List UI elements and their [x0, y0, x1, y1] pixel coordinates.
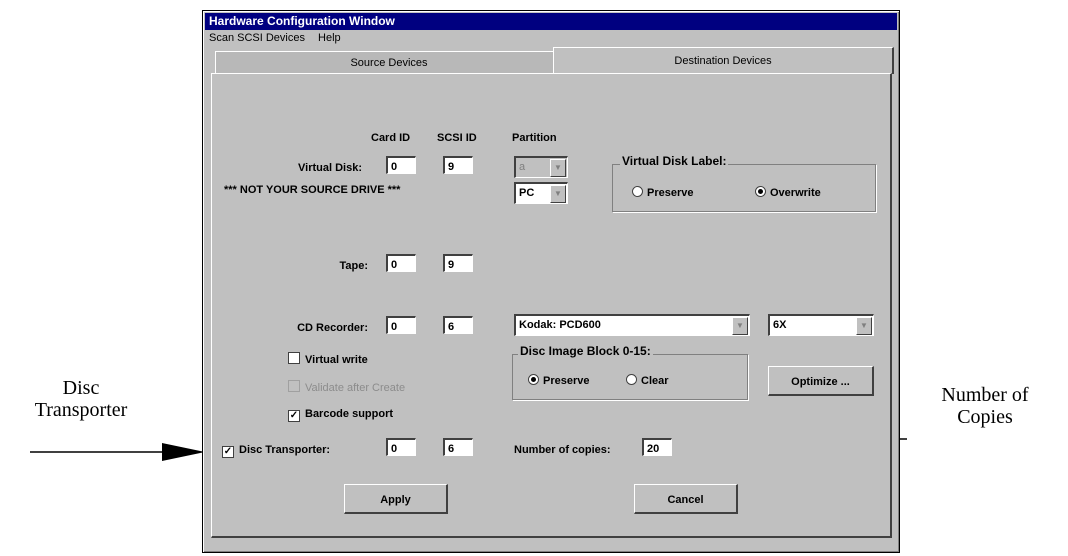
virtual-write-checkbox[interactable]: Virtual write	[288, 352, 368, 366]
annotation-number-of-copies: Number of Copies	[910, 384, 1060, 428]
vdl-preserve-label: Preserve	[647, 187, 694, 199]
window-title: Hardware Configuration Window	[205, 13, 897, 30]
cancel-button[interactable]: Cancel	[634, 484, 738, 514]
checkbox-icon	[288, 352, 300, 364]
header-scsi-id: SCSI ID	[437, 132, 477, 144]
cd-recorder-card-id[interactable]: 0	[386, 316, 416, 334]
cd-recorder-model-select[interactable]: Kodak: PCD600 ▼	[514, 314, 750, 336]
barcode-support-label: Barcode support	[305, 408, 394, 420]
cd-recorder-model-value: Kodak: PCD600	[519, 319, 601, 331]
number-of-copies-label: Number of copies:	[514, 444, 611, 456]
disc-transporter-label: Disc Transporter:	[239, 444, 331, 456]
chevron-down-icon: ▼	[550, 159, 566, 177]
apply-button[interactable]: Apply	[344, 484, 448, 514]
disc-image-block-title: Disc Image Block 0-15:	[518, 344, 653, 358]
annotation-left-line1: Disc	[62, 377, 100, 399]
tab-source-devices[interactable]: Source Devices	[215, 51, 563, 74]
virtual-disk-label-title: Virtual Disk Label:	[620, 154, 729, 168]
cd-recorder-label: CD Recorder:	[297, 322, 368, 334]
dib-preserve-radio[interactable]: Preserve	[528, 374, 590, 387]
not-source-drive-warning: *** NOT YOUR SOURCE DRIVE ***	[224, 184, 401, 196]
vdl-overwrite-label: Overwrite	[770, 187, 821, 199]
menu-bar: Scan SCSI Devices Help	[205, 30, 897, 46]
disc-transporter-checkbox[interactable]: ✓ Disc Transporter:	[222, 444, 330, 458]
checkbox-icon	[288, 380, 300, 392]
tape-scsi-id[interactable]: 9	[443, 254, 473, 272]
vdl-overwrite-radio[interactable]: Overwrite	[755, 186, 821, 199]
barcode-support-checkbox[interactable]: ✓ Barcode support	[288, 408, 393, 422]
dib-clear-radio[interactable]: Clear	[626, 374, 669, 387]
destination-devices-panel: Card ID SCSI ID Partition Virtual Disk: …	[211, 73, 892, 538]
left-arrow-head	[162, 443, 205, 461]
optimize-button[interactable]: Optimize ...	[768, 366, 874, 396]
dib-clear-label: Clear	[641, 375, 669, 387]
tab-destination-devices[interactable]: Destination Devices	[553, 47, 894, 74]
chevron-down-icon[interactable]: ▼	[856, 317, 872, 335]
radio-on-icon	[528, 374, 539, 385]
checkmark-icon: ✓	[222, 446, 234, 458]
number-of-copies-input[interactable]: 20	[642, 438, 672, 456]
checkmark-icon: ✓	[288, 410, 300, 422]
dib-preserve-label: Preserve	[543, 375, 590, 387]
radio-off-icon	[632, 186, 643, 197]
virtual-disk-card-id[interactable]: 0	[386, 156, 416, 174]
header-card-id: Card ID	[371, 132, 411, 144]
virtual-disk-partition-select: a ▼	[514, 156, 568, 178]
virtual-write-label: Virtual write	[305, 354, 368, 366]
vdl-preserve-radio[interactable]: Preserve	[632, 186, 694, 199]
validate-after-create-checkbox: Validate after Create	[288, 380, 405, 394]
chevron-down-icon[interactable]: ▼	[550, 185, 566, 203]
annotation-disc-transporter: Disc Transporter	[6, 377, 156, 421]
annotation-left-line2: Transporter	[34, 399, 128, 421]
chevron-down-icon[interactable]: ▼	[732, 317, 748, 335]
cd-recorder-speed-select[interactable]: 6X ▼	[768, 314, 874, 336]
annotation-right-line1: Number of	[941, 384, 1029, 406]
menu-scan-scsi[interactable]: Scan SCSI Devices	[209, 32, 305, 44]
menu-help[interactable]: Help	[318, 32, 341, 44]
virtual-disk-type-value: PC	[519, 187, 535, 199]
virtual-disk-label: Virtual Disk:	[298, 162, 362, 174]
tape-card-id[interactable]: 0	[386, 254, 416, 272]
cd-recorder-speed-value: 6X	[773, 319, 787, 331]
hardware-config-window: Hardware Configuration Window Scan SCSI …	[202, 10, 900, 553]
annotation-right-line2: Copies	[957, 406, 1013, 428]
radio-off-icon	[626, 374, 637, 385]
virtual-disk-scsi-id[interactable]: 9	[443, 156, 473, 174]
cd-recorder-scsi-id[interactable]: 6	[443, 316, 473, 334]
disc-transporter-scsi-id[interactable]: 6	[443, 438, 473, 456]
radio-on-icon	[755, 186, 766, 197]
header-partition: Partition	[512, 132, 557, 144]
validate-after-create-label: Validate after Create	[305, 382, 406, 394]
tape-label: Tape:	[339, 260, 368, 272]
disc-transporter-card-id[interactable]: 0	[386, 438, 416, 456]
virtual-disk-type-select[interactable]: PC ▼	[514, 182, 568, 204]
virtual-disk-partition-value: a	[519, 161, 526, 173]
